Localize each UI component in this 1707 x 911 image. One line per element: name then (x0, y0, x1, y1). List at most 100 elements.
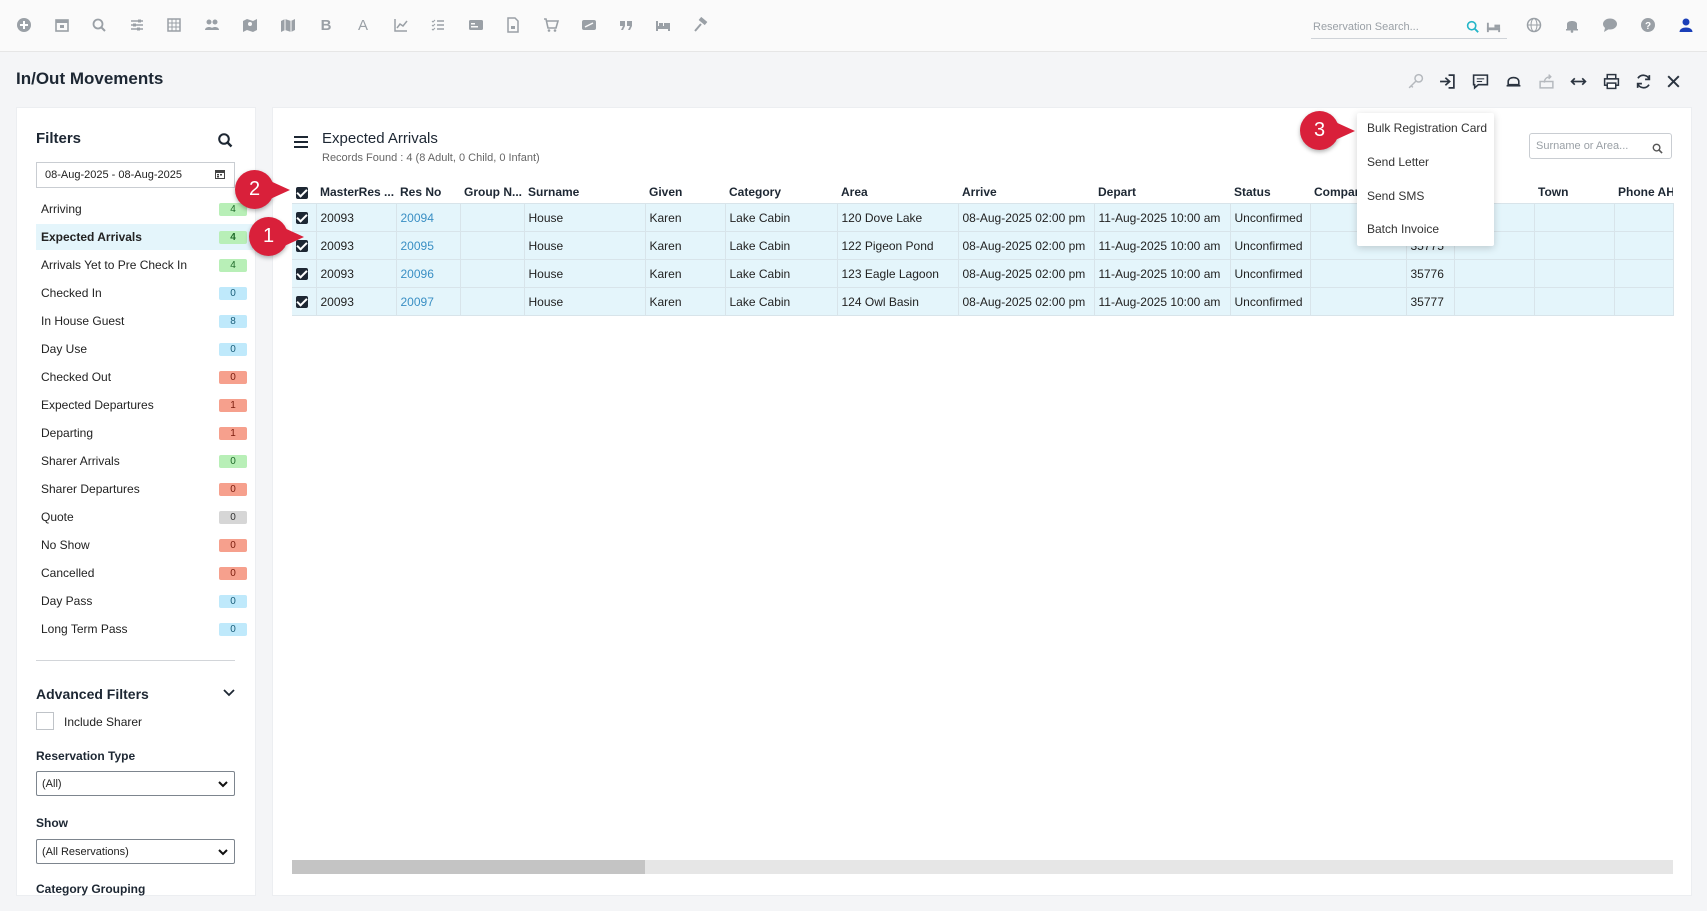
arrows-horizontal-icon[interactable] (1567, 70, 1589, 92)
column-header[interactable]: Res No (396, 181, 460, 204)
map-pin-icon[interactable] (239, 14, 261, 36)
res-no-link[interactable]: 20095 (396, 231, 461, 260)
column-header[interactable]: MasterRes ... (316, 181, 396, 204)
chart-line-icon[interactable] (390, 14, 412, 36)
column-header[interactable]: Group N... (460, 181, 524, 204)
column-header[interactable]: Category (725, 181, 837, 204)
filter-item-departing[interactable]: Departing 1 (36, 420, 253, 446)
include-sharer-checkbox[interactable] (36, 712, 54, 730)
globe-icon[interactable] (1523, 14, 1545, 36)
filter-item-sharer-arrivals[interactable]: Sharer Arrivals 0 (36, 448, 253, 474)
filter-item-expected-departures[interactable]: Expected Departures 1 (36, 392, 253, 418)
filter-item-long-term-pass[interactable]: Long Term Pass 0 (36, 616, 253, 642)
document-icon[interactable] (502, 14, 524, 36)
calendar-icon[interactable] (51, 14, 73, 36)
column-header[interactable]: Depart (1094, 181, 1230, 204)
table-cell: 11-Aug-2025 10:00 am (1094, 287, 1231, 316)
filter-item-arriving[interactable]: Arriving 4 (36, 196, 253, 222)
menu-item-send-letter[interactable]: Send Letter (1367, 155, 1429, 169)
calendar-icon[interactable] (214, 168, 226, 180)
filter-item-day-pass[interactable]: Day Pass 0 (36, 588, 253, 614)
font-a-icon[interactable]: A (352, 14, 374, 36)
close-icon[interactable] (1662, 70, 1684, 92)
column-header[interactable]: Area (837, 181, 958, 204)
filter-item-checked-in[interactable]: Checked In 0 (36, 280, 253, 306)
share-icon[interactable] (1535, 70, 1557, 92)
column-header[interactable]: Status (1230, 181, 1310, 204)
menu-item-send-sms[interactable]: Send SMS (1367, 189, 1424, 203)
advanced-filters-title[interactable]: Advanced Filters (36, 686, 149, 702)
table-cell (460, 231, 525, 260)
hamburger-menu-icon[interactable] (294, 135, 308, 148)
filter-item-quote[interactable]: Quote 0 (36, 504, 253, 530)
bell-outline-icon[interactable] (1502, 70, 1524, 92)
table-cell: 20093 (316, 203, 397, 232)
refresh-icon[interactable] (1632, 70, 1654, 92)
checklist-icon[interactable] (427, 14, 449, 36)
bed-icon[interactable] (652, 14, 674, 36)
grid-search-input[interactable] (1530, 139, 1650, 153)
bell-icon[interactable] (1561, 14, 1583, 36)
key-icon[interactable] (1404, 70, 1426, 92)
table-icon[interactable] (163, 14, 185, 36)
step-callout-2: 2 (235, 170, 290, 209)
sign-in-icon[interactable] (1436, 70, 1458, 92)
column-header[interactable]: Surname (524, 181, 645, 204)
card-icon[interactable] (465, 14, 487, 36)
hammer-icon[interactable] (690, 14, 712, 36)
row-checkbox[interactable] (292, 287, 317, 316)
filter-item-label: Long Term Pass (41, 622, 128, 636)
filter-item-expected-arrivals[interactable]: Expected Arrivals 4 (36, 224, 253, 250)
res-no-link[interactable]: 20096 (396, 259, 461, 288)
search-icon[interactable] (217, 132, 233, 148)
show-select[interactable]: (All Reservations) (36, 839, 235, 864)
filter-item-in-house-guest[interactable]: In House Guest 8 (36, 308, 253, 334)
user-icon[interactable] (1675, 14, 1697, 36)
filters-title: Filters (36, 130, 82, 147)
search-icon[interactable] (1652, 141, 1663, 154)
filter-item-sharer-departures[interactable]: Sharer Departures 0 (36, 476, 253, 502)
plus-circle-icon[interactable] (13, 14, 35, 36)
quote-icon[interactable] (615, 14, 637, 36)
chevron-down-icon[interactable] (222, 686, 236, 700)
filter-item-day-use[interactable]: Day Use 0 (36, 336, 253, 362)
res-no-link[interactable]: 20094 (396, 203, 461, 232)
menu-item-bulk-registration-card[interactable]: Bulk Registration Card (1367, 121, 1487, 135)
filter-item-checked-out[interactable]: Checked Out 0 (36, 364, 253, 390)
message-icon[interactable] (1469, 70, 1491, 92)
search-icon[interactable] (88, 14, 110, 36)
map-icon[interactable] (277, 14, 299, 36)
table-cell: Karen (645, 259, 726, 288)
table-cell: 11-Aug-2025 10:00 am (1094, 203, 1231, 232)
bold-b-icon[interactable]: B (315, 14, 337, 36)
users-icon[interactable] (201, 14, 223, 36)
horizontal-scrollbar[interactable] (292, 860, 1673, 874)
search-icon[interactable] (1466, 20, 1479, 33)
count-badge: 0 (219, 623, 247, 636)
column-header[interactable]: Phone AH (1614, 181, 1673, 204)
row-checkbox[interactable] (292, 259, 317, 288)
filter-item-arrivals-yet-to-pre-check-in[interactable]: Arrivals Yet to Pre Check In 4 (36, 252, 253, 278)
column-header[interactable]: Arrive (958, 181, 1094, 204)
print-icon[interactable] (1600, 70, 1622, 92)
reservation-search-input[interactable] (1311, 21, 1465, 33)
select-all-checkbox[interactable] (292, 181, 316, 204)
sliders-icon[interactable] (126, 14, 148, 36)
filter-item-label: Arriving (41, 202, 82, 216)
chat-icon[interactable] (1599, 14, 1621, 36)
date-range-input[interactable]: 08-Aug-2025 - 08-Aug-2025 (36, 162, 235, 188)
cart-icon[interactable] (540, 14, 562, 36)
filter-item-cancelled[interactable]: Cancelled 0 (36, 560, 253, 586)
scrollbar-thumb[interactable] (292, 860, 645, 874)
tag-icon[interactable] (578, 14, 600, 36)
column-header[interactable]: Given (645, 181, 725, 204)
help-icon[interactable]: ? (1637, 14, 1659, 36)
menu-item-batch-invoice[interactable]: Batch Invoice (1367, 222, 1439, 236)
table-row[interactable]: 20093 20096 House Karen Lake Cabin 123 E… (292, 259, 1674, 288)
column-header[interactable]: Town (1534, 181, 1614, 204)
filter-item-no-show[interactable]: No Show 0 (36, 532, 253, 558)
table-row[interactable]: 20093 20097 House Karen Lake Cabin 124 O… (292, 287, 1674, 316)
reservation-type-select[interactable]: (All) (36, 771, 235, 796)
bed-icon[interactable] (1486, 19, 1501, 34)
res-no-link[interactable]: 20097 (396, 287, 461, 316)
